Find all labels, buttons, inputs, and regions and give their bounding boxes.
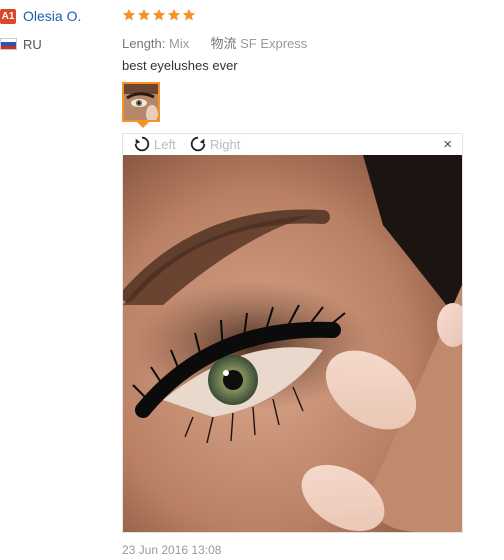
rotate-left-label: Left xyxy=(154,136,176,152)
viewer-toolbar: Left Right × xyxy=(123,134,462,155)
reviewer-country: RU xyxy=(23,37,42,52)
rotate-left-icon xyxy=(133,135,151,153)
reviewer-name-link[interactable]: Olesia O. xyxy=(23,8,81,24)
close-icon[interactable]: × xyxy=(443,137,452,152)
review-photo-thumbnail[interactable] xyxy=(122,82,160,122)
rotate-right-icon xyxy=(189,135,207,153)
length-label: Length: xyxy=(122,36,166,51)
thumbnail-pointer xyxy=(137,122,149,128)
star-icon xyxy=(152,8,166,22)
country-flag-icon xyxy=(0,38,17,50)
rotate-right-label: Right xyxy=(210,136,241,152)
shipping-value: SF Express xyxy=(240,36,308,51)
rotate-right-button[interactable]: Right xyxy=(189,135,240,153)
photo-viewer: Left Right × xyxy=(122,133,463,533)
review-date: 23 Jun 2016 13:08 xyxy=(122,543,222,557)
star-icon xyxy=(167,8,181,22)
length-value: Mix xyxy=(169,36,190,51)
review-photo xyxy=(123,155,462,532)
review-text: best eyelushes ever xyxy=(122,58,238,73)
rotate-left-button[interactable]: Left xyxy=(133,135,176,153)
star-rating xyxy=(122,8,196,22)
buyer-level-badge: A1 xyxy=(0,9,16,24)
star-icon xyxy=(137,8,151,22)
star-icon xyxy=(182,8,196,22)
star-icon xyxy=(122,8,136,22)
shipping-label: 物流 xyxy=(210,36,237,51)
review-meta: Length: Mix 物流 SF Express xyxy=(122,33,307,52)
